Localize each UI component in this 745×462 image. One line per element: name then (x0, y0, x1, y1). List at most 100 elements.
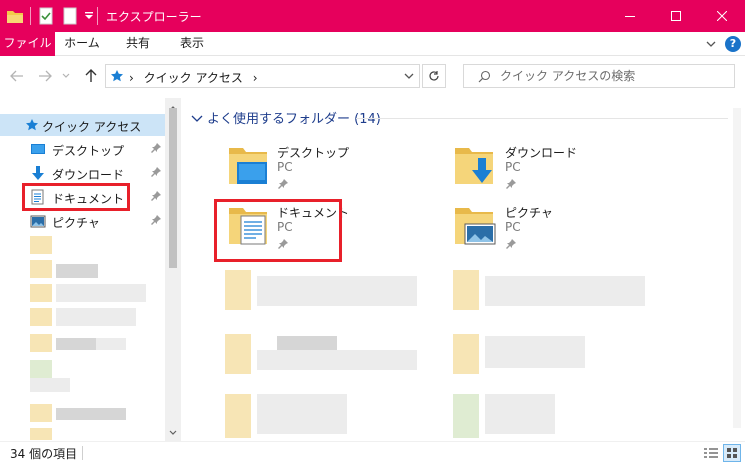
download-folder-icon (453, 142, 501, 190)
search-box[interactable] (463, 64, 735, 88)
status-bar: 34 個の項目 (0, 441, 745, 462)
details-view-icon[interactable] (703, 445, 719, 461)
blurred-nav-item (30, 308, 52, 326)
search-input[interactable] (500, 65, 728, 87)
blurred-nav-item (30, 284, 52, 302)
tab-share[interactable]: 共有 (118, 32, 158, 56)
blurred-tile (225, 394, 251, 438)
blurred-nav-item (30, 334, 52, 352)
download-icon (30, 165, 46, 181)
maximize-button[interactable] (653, 0, 699, 32)
blurred-tile (257, 276, 417, 306)
new-folder-icon[interactable] (62, 7, 78, 25)
address-bar[interactable]: › クイック アクセス › (105, 64, 420, 88)
blurred-tile (485, 394, 555, 434)
help-icon[interactable]: ? (725, 36, 741, 52)
collapse-group-icon[interactable] (191, 112, 203, 126)
refresh-button[interactable] (422, 64, 446, 88)
qat-separator (97, 7, 98, 25)
blurred-tile (485, 276, 645, 306)
pin-icon[interactable] (505, 238, 517, 253)
nav-quick-access-label: クイック アクセス (42, 120, 142, 134)
qat-dropdown-icon[interactable] (84, 7, 94, 25)
search-icon (478, 70, 491, 86)
pin-icon[interactable] (505, 178, 517, 193)
tile-desktop[interactable]: デスクトップ PC (225, 142, 425, 194)
nav-item-label: ピクチャ (52, 216, 100, 230)
nav-item-pictures[interactable]: ピクチャ (28, 210, 163, 232)
quick-access-star-icon (25, 118, 39, 135)
nav-quick-access[interactable]: クイック アクセス (0, 114, 165, 136)
back-arrow-icon[interactable] (8, 67, 26, 85)
close-button[interactable] (699, 0, 745, 32)
address-dropdown-icon[interactable] (403, 70, 415, 85)
content-scrollbar-thumb[interactable] (733, 108, 741, 428)
picture-icon (30, 213, 46, 229)
blurred-nav-item (56, 284, 146, 302)
tile-name: デスクトップ (277, 146, 350, 160)
blurred-nav-item (56, 264, 98, 278)
picture-folder-icon (453, 202, 501, 250)
status-separator (82, 446, 83, 460)
folder-icon[interactable] (6, 7, 24, 25)
tile-location: PC (505, 160, 521, 174)
pin-icon[interactable] (150, 190, 162, 205)
pin-icon[interactable] (277, 178, 289, 193)
blurred-nav-item (56, 408, 126, 420)
minimize-button[interactable] (607, 0, 653, 32)
tile-downloads[interactable]: ダウンロード PC (453, 142, 653, 194)
blurred-nav-item (56, 308, 136, 326)
expand-ribbon-icon[interactable] (705, 38, 717, 50)
tab-home[interactable]: ホーム (60, 32, 104, 56)
desktop-icon (30, 141, 46, 157)
address-row: › クイック アクセス › (0, 56, 745, 96)
recent-locations-icon[interactable] (60, 67, 72, 85)
pin-icon[interactable] (150, 166, 162, 181)
pin-icon[interactable] (150, 214, 162, 229)
group-divider (356, 118, 728, 119)
highlight-box-nav-documents (22, 183, 130, 211)
title-bar: エクスプローラー (0, 0, 745, 32)
tile-location: PC (277, 160, 293, 174)
nav-item-downloads[interactable]: ダウンロード (28, 162, 163, 184)
tab-file[interactable]: ファイル (0, 32, 55, 56)
up-arrow-icon[interactable] (82, 67, 100, 85)
item-count: 34 個の項目 (10, 447, 78, 461)
blurred-tile (225, 334, 251, 374)
blurred-tile (485, 336, 585, 368)
nav-scrollbar-thumb[interactable] (169, 108, 177, 268)
blurred-tile (257, 394, 347, 434)
forward-arrow-icon[interactable] (36, 67, 54, 85)
tile-name: ピクチャ (505, 206, 553, 220)
tile-pictures[interactable]: ピクチャ PC (453, 202, 653, 254)
blurred-tile (453, 334, 479, 374)
properties-icon[interactable] (38, 7, 54, 25)
nav-scrollbar[interactable] (165, 98, 181, 441)
blurred-tile (453, 394, 479, 438)
window-title: エクスプローラー (106, 10, 202, 24)
navigation-pane: クイック アクセス デスクトップ ダウンロード ドキュメント ピクチャ (0, 98, 181, 441)
pin-icon[interactable] (150, 142, 162, 157)
qat-separator (30, 7, 31, 25)
scroll-down-icon[interactable] (169, 425, 177, 439)
tile-name: ダウンロード (505, 146, 578, 160)
address-separator[interactable]: › (129, 71, 134, 85)
blurred-tile (257, 350, 417, 370)
tab-view[interactable]: 表示 (172, 32, 212, 56)
address-path[interactable]: クイック アクセス (144, 71, 243, 85)
blurred-nav-item (30, 360, 52, 378)
tile-location: PC (505, 220, 521, 234)
blurred-nav-item (30, 404, 52, 422)
address-separator[interactable]: › (253, 71, 258, 85)
nav-item-label: ダウンロード (52, 168, 125, 182)
group-header[interactable]: よく使用するフォルダー (14) (207, 108, 381, 127)
blurred-nav-item (30, 378, 70, 392)
quick-access-star-icon (110, 69, 124, 86)
blurred-nav-item (30, 260, 52, 278)
nav-item-label: デスクトップ (52, 144, 125, 158)
content-scrollbar[interactable] (729, 98, 745, 441)
blurred-nav-item (96, 338, 126, 350)
large-icons-view-icon[interactable] (723, 444, 741, 462)
blurred-nav-item (30, 236, 52, 254)
nav-item-desktop[interactable]: デスクトップ (28, 138, 163, 160)
